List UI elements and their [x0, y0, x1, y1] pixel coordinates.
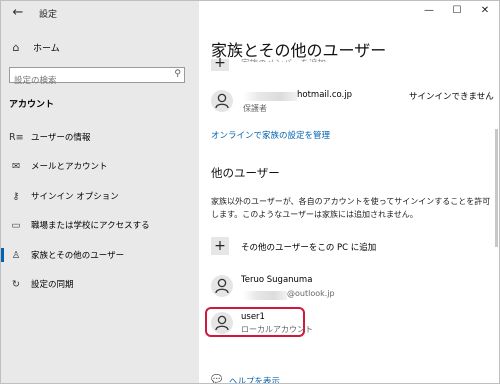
- person-card-icon: R≡: [9, 131, 24, 143]
- sidebar-item-user-info[interactable]: R≡ ユーザーの情報: [1, 129, 199, 145]
- manage-family-online-link[interactable]: オンラインで家族の設定を管理: [211, 129, 330, 141]
- sidebar-item-family[interactable]: ♙ 家族とその他のユーザー: [1, 247, 199, 263]
- sidebar: ← 設定 ⌂ ホーム ⚲ アカウント R≡ ユーザーの情報 ✉ メールとアカウン…: [1, 1, 199, 383]
- sidebar-item-email-accounts[interactable]: ✉ メールとアカウント: [1, 158, 199, 174]
- help-link[interactable]: ヘルプを表示: [229, 375, 280, 383]
- help-icon[interactable]: 💬: [211, 375, 222, 383]
- user-avatar-icon[interactable]: [211, 275, 233, 297]
- section-heading: アカウント: [9, 100, 55, 110]
- minimize-button[interactable]: —: [419, 3, 439, 19]
- nav-home[interactable]: ⌂ ホーム: [9, 39, 60, 55]
- sidebar-item-label: 家族とその他のユーザー: [31, 251, 125, 261]
- key-icon: ⚷: [12, 190, 20, 202]
- sidebar-item-work-school[interactable]: ▭ 職場または学校にアクセスする: [1, 217, 199, 233]
- user-avatar-icon[interactable]: [211, 90, 233, 112]
- add-other-user-label[interactable]: その他のユーザーをこの PC に追加: [241, 241, 376, 253]
- sync-icon: ↻: [12, 278, 20, 290]
- mail-icon: ✉: [12, 160, 20, 172]
- other-users-description: 家族以外のユーザーが、各自のアカウントを使ってサインインすることを許可します。こ…: [211, 197, 491, 219]
- other-users-heading: 他のユーザー: [211, 166, 280, 180]
- family-icon: ♙: [11, 249, 21, 261]
- app-title: 設定: [39, 10, 58, 20]
- family-status: サインインできません: [409, 92, 494, 102]
- redacted-email: [243, 291, 287, 300]
- title-bar: ← 設定: [1, 1, 199, 27]
- user-avatar-icon[interactable]: [211, 312, 233, 334]
- briefcase-icon: ▭: [11, 219, 21, 231]
- search-box[interactable]: ⚲: [9, 67, 185, 88]
- sidebar-item-label: 職場または学校にアクセスする: [31, 221, 150, 231]
- redacted-email: [243, 92, 297, 101]
- search-input[interactable]: [10, 74, 164, 88]
- user-name[interactable]: user1: [241, 312, 265, 322]
- sidebar-item-sync[interactable]: ↻ 設定の同期: [1, 276, 199, 292]
- search-icon[interactable]: ⚲: [174, 69, 181, 79]
- main-panel: — ☐ ✕ 家族とその他のユーザー + 家族のメンバーを追加 hotmail.c…: [199, 1, 499, 383]
- sidebar-item-label: サインイン オプション: [31, 192, 119, 202]
- nav-home-label: ホーム: [33, 43, 60, 54]
- user-name[interactable]: Teruo Suganuma: [241, 275, 312, 285]
- settings-window: ← 設定 ⌂ ホーム ⚲ アカウント R≡ ユーザーの情報 ✉ メールとアカウン…: [0, 0, 500, 384]
- user-account-type: ローカルアカウント: [241, 325, 313, 334]
- user-email: @outlook.jp: [287, 289, 335, 298]
- sidebar-item-label: メールとアカウント: [31, 162, 108, 172]
- plus-icon[interactable]: +: [211, 237, 229, 255]
- plus-icon[interactable]: +: [211, 56, 229, 71]
- maximize-button[interactable]: ☐: [447, 3, 467, 19]
- back-arrow-icon[interactable]: ←: [9, 4, 27, 22]
- family-role: 保護者: [243, 104, 267, 113]
- sidebar-item-sign-in-options[interactable]: ⚷ サインイン オプション: [1, 188, 199, 204]
- add-family-label[interactable]: 家族のメンバーを追加: [241, 57, 326, 62]
- family-email: hotmail.co.jp: [297, 90, 353, 100]
- home-icon: ⌂: [12, 40, 20, 54]
- sidebar-item-label: ユーザーの情報: [31, 133, 91, 143]
- selected-indicator: [1, 248, 4, 262]
- close-button[interactable]: ✕: [475, 3, 495, 19]
- sidebar-item-label: 設定の同期: [31, 280, 74, 290]
- scrollbar[interactable]: [495, 129, 498, 247]
